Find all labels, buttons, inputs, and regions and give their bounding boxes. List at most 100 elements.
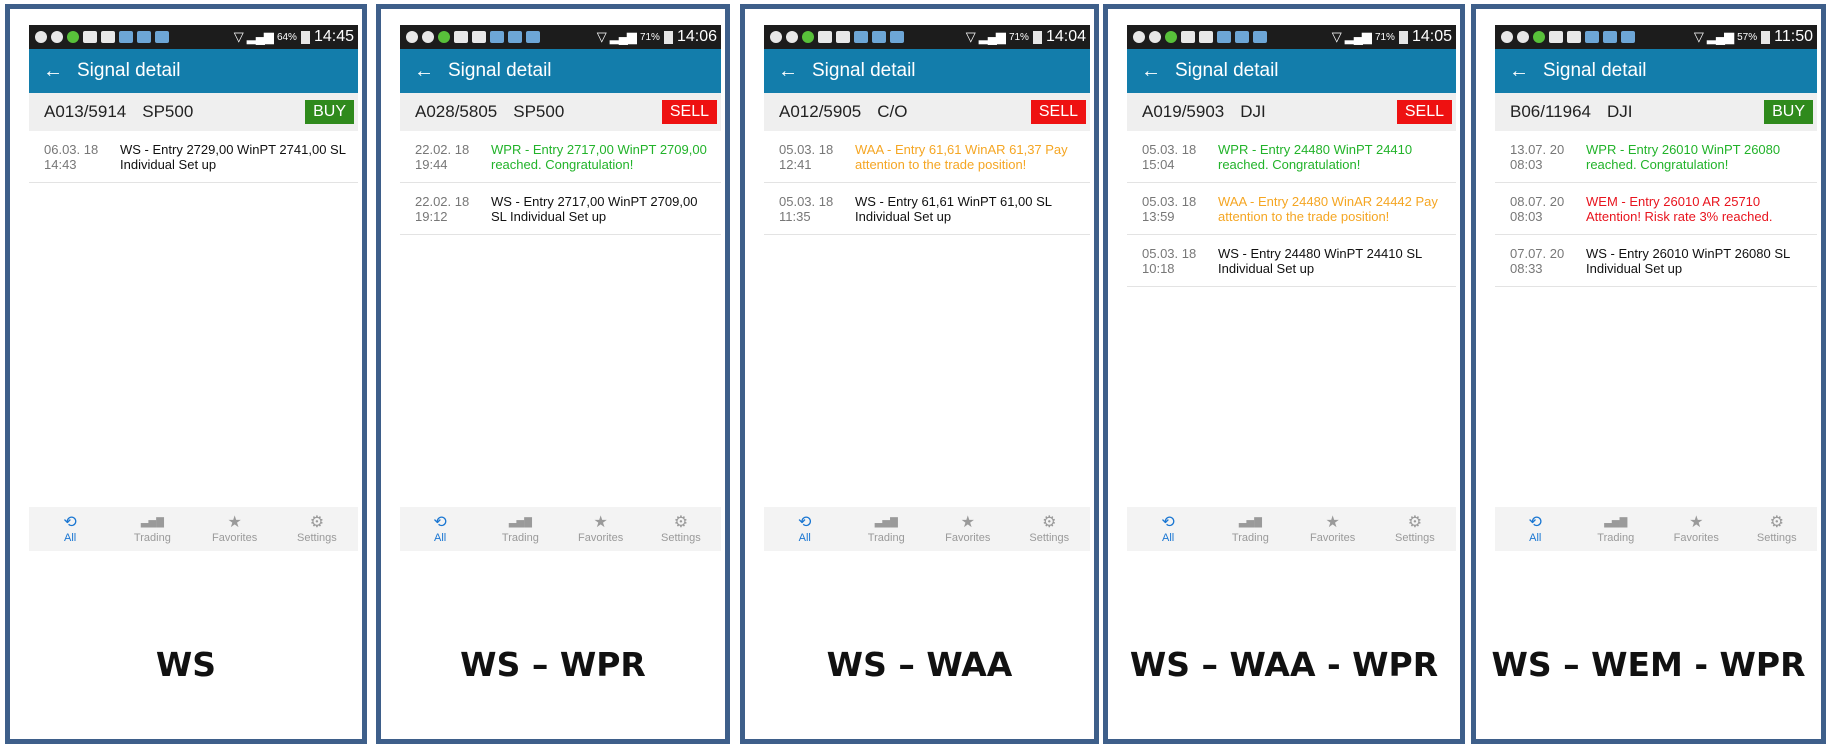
phone-screen: ▽ ▂▄▆ 71% 14:06 ← Signal detail A028/5805 SP500… [400,25,721,551]
notification-icon [438,31,450,43]
list-item[interactable]: 05.03. 18 10:18 WS - Entry 24480 WinPT 244… [1127,235,1456,287]
list-item[interactable]: 13.07. 20 08:03 WPR - Entry 26010 WinPT 26… [1495,131,1817,183]
nav-item-trading[interactable]: ▃▅▇ Trading [480,514,560,544]
list-item[interactable]: 22.02. 18 19:12 WS - Entry 2717,00 WinPT 2… [400,183,721,235]
nav-item-all[interactable]: ⟲ All [764,514,846,544]
star-icon: ★ [227,514,242,531]
nav-item-all[interactable]: ⟲ All [1495,514,1576,544]
nav-item-all[interactable]: ⟲ All [400,514,480,544]
nav-item-favorites[interactable]: ★ Favorites [1292,514,1374,544]
nav-item-favorites[interactable]: ★ Favorites [194,514,276,544]
signal-symbol: SP500 [142,102,194,121]
nav-label: Settings [1395,532,1435,544]
list-item-message: WAA - Entry 61,61 WinAR 61,37 Pay attent… [855,142,1068,172]
list-item-timestamp: 05.03. 18 15:04 [1142,142,1218,172]
nav-label: Trading [133,532,171,544]
star-icon: ★ [1325,514,1340,531]
list-item[interactable]: 22.02. 18 19:44 WPR - Entry 2717,00 WinPT … [400,131,721,183]
nav-item-favorites[interactable]: ★ Favorites [927,514,1009,544]
back-arrow-icon[interactable]: ← [1127,60,1175,83]
notification-icon [1585,31,1599,43]
nav-label: All [1162,532,1175,544]
notification-icon [786,31,798,43]
list-item-timestamp: 22.02. 18 19:12 [415,194,491,224]
signal-symbol: DJI [1240,102,1266,121]
list-item-date: 05.03. 18 [779,142,834,157]
gear-icon: ⚙ [1769,514,1784,531]
nav-item-trading[interactable]: ▃▅▇ Trading [111,514,193,544]
panel-caption: WS – WAA [826,645,1013,684]
screenshot-panel: ▽ ▂▄▆ 57% 11:50 ← Signal detail B06/11964 DJI BU… [1471,4,1826,744]
notification-icon [1567,31,1581,43]
nav-item-all[interactable]: ⟲ All [29,514,111,544]
nav-label: All [1529,532,1542,544]
status-bar: ▽ ▂▄▆ 57% 11:50 [1495,25,1817,49]
list-item-date: 05.03. 18 [1142,246,1197,261]
notification-icon [1217,31,1231,43]
signal-header: A012/5905 C/O SELL [764,93,1090,131]
history-icon: ⟲ [433,514,447,531]
signal-symbol: DJI [1606,102,1633,121]
nav-item-trading[interactable]: ▃▅▇ Trading [846,514,928,544]
back-arrow-icon[interactable]: ← [764,60,812,83]
list-item-timestamp: 05.03. 18 10:18 [1142,246,1218,276]
list-item-time: 11:35 [779,209,811,224]
back-arrow-icon[interactable]: ← [1495,60,1543,83]
notification-icon [818,31,832,43]
list-item-timestamp: 05.03. 18 11:35 [779,194,855,224]
list-item[interactable]: 06.03. 18 14:43 WS - Entry 2729,00 WinPT 2… [29,131,358,183]
nav-item-settings[interactable]: ⚙ Settings [1737,514,1818,544]
screenshot-panel: ▽ ▂▄▆ 71% 14:06 ← Signal detail A028/5805 SP500… [376,4,730,744]
bottom-nav: ⟲ All ▃▅▇ Trading ★ Favorites ⚙ Settings [764,507,1090,551]
status-time: 14:05 [1411,28,1452,45]
nav-label: Favorites [1310,532,1356,544]
notification-icon [802,31,814,43]
list-item[interactable]: 05.03. 18 11:35 WS - Entry 61,61 WinPT 61,… [764,183,1090,235]
list-item-time: 08:03 [1510,157,1543,172]
status-time: 14:04 [1045,28,1086,45]
battery-percent: 64% [276,31,297,43]
status-time: 11:50 [1774,28,1813,45]
list-item[interactable]: 08.07. 20 08:03 WEM - Entry 26010 AR 25710… [1495,183,1817,235]
signal-history-list: 05.03. 18 15:04 WPR - Entry 24480 WinPT 24… [1127,131,1456,507]
signal-code: A012/5905 [779,102,862,121]
notification-icon [1165,31,1177,43]
back-arrow-icon[interactable]: ← [29,60,77,83]
signal-history-list: 05.03. 18 12:41 WAA - Entry 61,61 WinAR 61… [764,131,1090,507]
app-bar: ← Signal detail [400,49,721,93]
nav-item-favorites[interactable]: ★ Favorites [1656,514,1737,544]
list-item[interactable]: 05.03. 18 12:41 WAA - Entry 61,61 WinAR 61… [764,131,1090,183]
nav-item-settings[interactable]: ⚙ Settings [1009,514,1091,544]
signal-icon: ▂▄▆ [978,29,1006,44]
battery-percent: 57% [1737,31,1758,43]
list-item-timestamp: 05.03. 18 12:41 [779,142,855,172]
page-title: Signal detail [448,60,552,81]
gear-icon: ⚙ [1407,514,1423,531]
notification-icon [1621,31,1635,43]
list-item[interactable]: 05.03. 18 15:04 WPR - Entry 24480 WinPT 24… [1127,131,1456,183]
nav-item-all[interactable]: ⟲ All [1127,514,1209,544]
phone-screen: ▽ ▂▄▆ 71% 14:05 ← Signal detail A019/5903 DJI SE… [1127,25,1456,551]
nav-item-settings[interactable]: ⚙ Settings [641,514,721,544]
notification-icon [1533,31,1545,43]
nav-item-trading[interactable]: ▃▅▇ Trading [1576,514,1657,544]
list-item-time: 19:44 [415,157,448,172]
notification-icon [155,31,169,43]
chart-bars-icon: ▃▅▇ [1238,517,1262,528]
list-item[interactable]: 05.03. 18 13:59 WAA - Entry 24480 WinAR 24… [1127,183,1456,235]
nav-item-favorites[interactable]: ★ Favorites [561,514,641,544]
nav-item-settings[interactable]: ⚙ Settings [276,514,358,544]
nav-item-trading[interactable]: ▃▅▇ Trading [1209,514,1291,544]
notification-icon [1181,31,1195,43]
battery-icon [1398,30,1408,44]
signal-icon: ▂▄▆ [1344,29,1372,44]
notification-icon [101,31,115,43]
nav-item-settings[interactable]: ⚙ Settings [1374,514,1456,544]
signal-code: B06/11964 [1510,102,1591,121]
status-time: 14:45 [313,28,354,45]
page-title: Signal detail [812,60,916,81]
status-right: ▽ ▂▄▆ 57% 11:50 [1694,28,1813,46]
list-item-timestamp: 22.02. 18 19:44 [415,142,491,172]
list-item[interactable]: 07.07. 20 08:33 WS - Entry 26010 WinPT 260… [1495,235,1817,287]
back-arrow-icon[interactable]: ← [400,60,448,83]
